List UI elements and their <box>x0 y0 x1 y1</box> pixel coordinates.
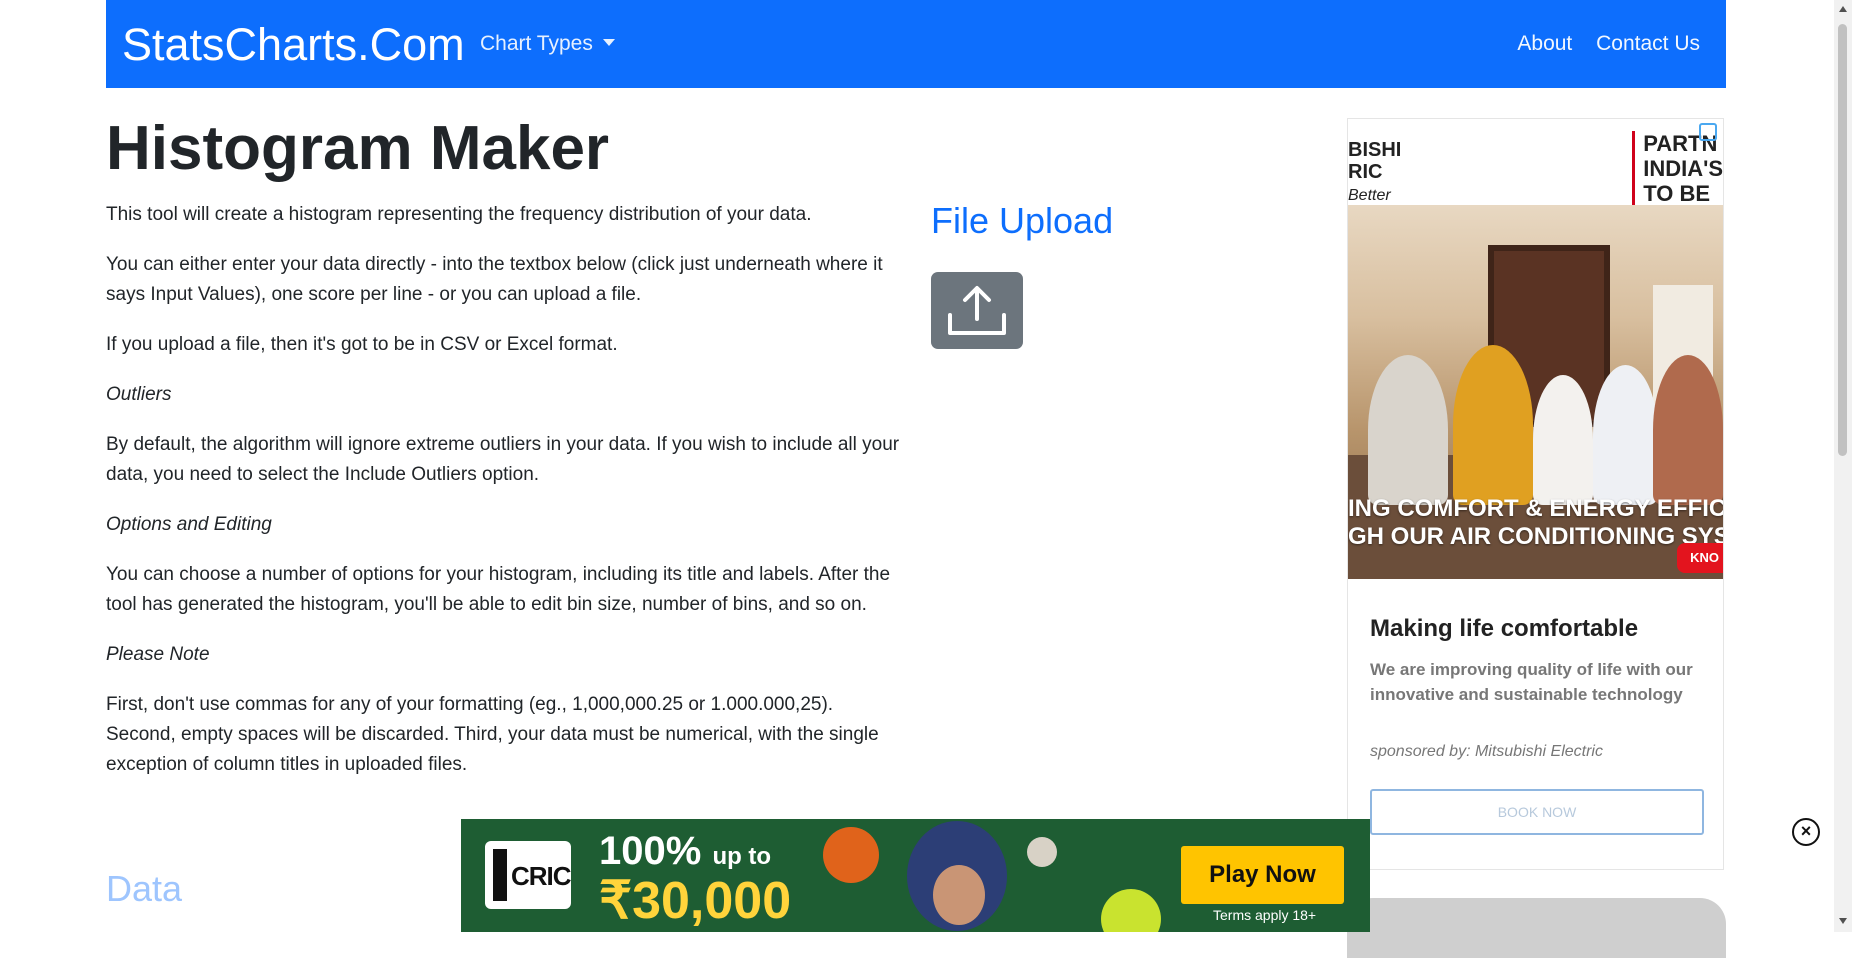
cric-logo-text: CRIC <box>511 861 572 891</box>
close-ad-icon[interactable]: × <box>1792 818 1820 846</box>
page-title: Histogram Maker <box>106 114 610 183</box>
ad-book-now-button[interactable]: BOOK NOW <box>1370 789 1704 835</box>
options-paragraph: You can choose a number of options for y… <box>106 564 891 615</box>
promo-percent: 100% <box>599 829 702 873</box>
bottom-ad-banner[interactable]: CRIC 100% up to ₹30,000 Play Now Terms a… <box>461 819 1370 932</box>
brand-link[interactable]: StatsCharts.Com <box>122 20 465 70</box>
basketball-icon <box>823 827 879 883</box>
promo-amount: ₹30,000 <box>599 872 792 930</box>
ad-person-figure <box>1653 355 1723 505</box>
top-navbar: StatsCharts.Com Chart Types About Contac… <box>106 0 1726 88</box>
page-scrollbar[interactable] <box>1834 0 1852 932</box>
ad-family-image: ING COMFORT & ENERGY EFFICI GH OUR AIR C… <box>1348 205 1723 579</box>
cricket-ball-icon <box>1027 837 1057 867</box>
upload-button[interactable] <box>931 272 1023 349</box>
ad-brand-line: RIC <box>1348 161 1383 183</box>
options-subheading: Options and Editing <box>106 514 272 535</box>
contact-link[interactable]: Contact Us <box>1596 32 1700 55</box>
input-instructions-paragraph: You can either enter your data directly … <box>106 254 883 305</box>
ad-brand-left: BISHI RIC Better <box>1348 139 1401 207</box>
caret-down-icon <box>602 39 615 46</box>
terms-text: Terms apply 18+ <box>1213 907 1317 923</box>
note-subheading: Please Note <box>106 644 210 665</box>
upload-icon <box>948 285 1006 335</box>
ad-brand-right: PARTN INDIA'S TO BE <box>1632 131 1723 206</box>
note-paragraph: First, don't use commas for any of your … <box>106 694 879 775</box>
ad-person-figure <box>1593 365 1658 505</box>
scroll-down-arrow-icon[interactable] <box>1839 918 1847 924</box>
adchoices-icon[interactable] <box>1699 123 1717 141</box>
ad-banner-line: GH OUR AIR CONDITIONING SYST <box>1348 523 1724 550</box>
ad-headline: Making life comfortable <box>1370 615 1639 642</box>
ad-sponsor: sponsored by: Mitsubishi Electric <box>1370 743 1603 760</box>
ad-person-figure <box>1453 345 1533 505</box>
ad-brand-line: INDIA'S <box>1643 156 1723 181</box>
ad-header: BISHI RIC Better PARTN INDIA'S TO BE <box>1348 119 1723 207</box>
ad-body: We are improving quality of life with ou… <box>1370 660 1693 704</box>
promo-percent-line: 100% up to <box>599 829 771 874</box>
cric-logo-bar <box>493 849 507 901</box>
sidebar-placeholder-box <box>1347 898 1726 958</box>
chart-types-label: Chart Types <box>480 32 593 55</box>
play-now-button[interactable]: Play Now <box>1181 846 1344 904</box>
ad-brand-tagline: Better <box>1348 187 1391 204</box>
ad-person-figure <box>1368 355 1448 505</box>
outliers-paragraph: By default, the algorithm will ignore ex… <box>106 434 900 485</box>
tennis-ball-icon <box>1101 889 1161 932</box>
scroll-up-arrow-icon[interactable] <box>1839 6 1847 12</box>
file-format-paragraph: If you upload a file, then it's got to b… <box>106 334 618 355</box>
outliers-subheading: Outliers <box>106 384 172 405</box>
ad-know-more-badge[interactable]: KNO <box>1677 543 1723 573</box>
ad-banner-line: ING COMFORT & ENERGY EFFICI <box>1348 495 1724 522</box>
scrollbar-thumb[interactable] <box>1838 24 1847 456</box>
about-link[interactable]: About <box>1517 32 1572 55</box>
file-upload-title: File Upload <box>931 200 1114 241</box>
sidebar-ad[interactable]: BISHI RIC Better PARTN INDIA'S TO BE ING… <box>1347 118 1724 870</box>
intro-paragraph: This tool will create a histogram repres… <box>106 204 812 225</box>
promo-upto: up to <box>712 843 772 870</box>
ad-brand-line: TO BE <box>1643 181 1711 206</box>
ad-person-figure <box>1533 375 1593 505</box>
data-heading: Data <box>106 868 183 909</box>
ad-brand-line: BISHI <box>1348 139 1402 161</box>
cric-logo: CRIC <box>485 841 572 909</box>
nav-links: About Contact Us <box>1499 32 1700 56</box>
cricketer-face-icon <box>933 865 985 925</box>
intro-text: This tool will create a histogram repres… <box>106 200 906 800</box>
chart-types-dropdown[interactable]: Chart Types <box>480 32 615 56</box>
